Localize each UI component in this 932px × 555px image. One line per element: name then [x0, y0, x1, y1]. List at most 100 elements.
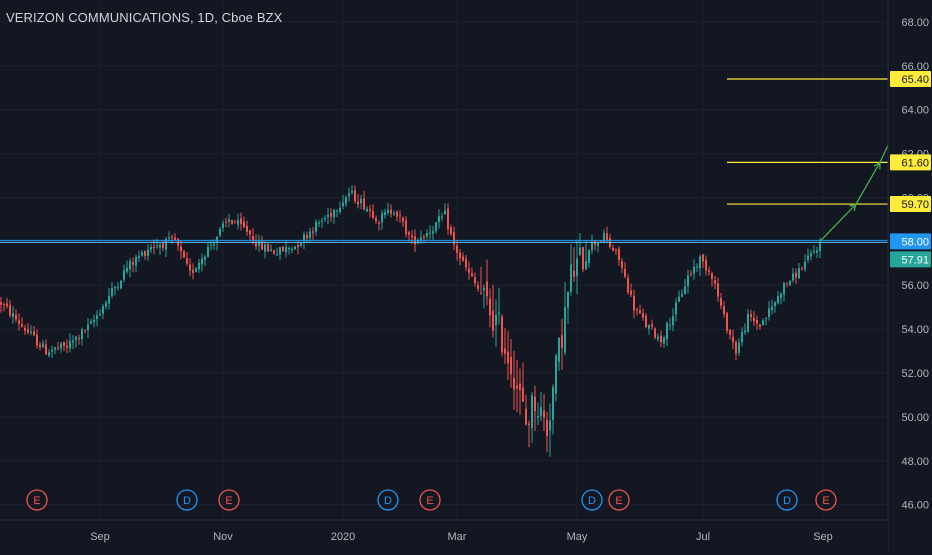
price-tick-label: 68.00: [901, 17, 929, 29]
candle-body: [243, 221, 245, 228]
candle-body: [768, 308, 770, 318]
candle-body: [204, 256, 206, 260]
candle-body: [522, 387, 524, 402]
candle-body: [219, 228, 221, 236]
candle-body: [789, 280, 791, 286]
candle-body: [693, 266, 695, 274]
candle-body: [330, 212, 332, 217]
earnings-event-letter: E: [615, 495, 622, 507]
candle-body: [108, 295, 110, 304]
candle-body: [96, 315, 98, 320]
candle-body: [288, 248, 290, 250]
candle-body: [21, 324, 23, 327]
candle-body: [171, 236, 173, 238]
candle-body: [102, 306, 104, 314]
candle-body: [210, 244, 212, 246]
candle-body: [237, 220, 239, 225]
candle-body: [465, 258, 467, 268]
time-axis[interactable]: Sep Nov 2020 Mar May Jul Sep: [0, 519, 888, 550]
candle-body: [549, 420, 551, 431]
candle-body: [639, 310, 641, 314]
candle-body: [333, 209, 335, 218]
candle-body: [318, 222, 320, 224]
candle-body: [432, 231, 434, 234]
candle-body: [339, 207, 341, 212]
chart-area[interactable]: E D E D E D E D E 46.00 48.00 50.00 52.00 54.00 56.00…: [0, 0, 932, 550]
candle-body: [507, 351, 509, 364]
candle-body: [441, 216, 443, 218]
candle-body: [459, 252, 461, 259]
candle-body: [627, 277, 629, 293]
candle-body: [573, 270, 575, 277]
candle-body: [384, 212, 386, 216]
candle-body: [615, 250, 617, 252]
price-label-target: 65.40: [890, 70, 931, 87]
candle-body: [654, 328, 656, 338]
candle-body: [111, 288, 113, 296]
candle-body: [396, 211, 398, 217]
candle-body: [57, 347, 59, 349]
candle-body: [294, 246, 296, 250]
candle-body: [447, 208, 449, 229]
candle-body: [564, 307, 566, 353]
dividend-event-letter: D: [384, 495, 392, 507]
candle-body: [456, 245, 458, 253]
candle-body: [48, 352, 50, 356]
earnings-event-letter: E: [822, 495, 829, 507]
candle-body: [540, 407, 542, 417]
time-tick-label: Nov: [213, 531, 233, 543]
candle-body: [780, 293, 782, 298]
candle-body: [168, 237, 170, 239]
price-chart[interactable]: E D E D E D E D E 46.00 48.00 50.00 52.00 54.00 56.00…: [0, 0, 932, 550]
candle-body: [279, 247, 281, 255]
candle-body: [663, 337, 665, 344]
price-axis[interactable]: 46.0048.0050.0052.0054.0056.0058.0060.00…: [887, 0, 932, 550]
candle-body: [633, 295, 635, 311]
candle-body: [792, 273, 794, 281]
candle-body: [747, 313, 749, 332]
candle-body: [582, 247, 584, 270]
candle-body: [36, 334, 38, 346]
price-tick-label: 52.00: [901, 368, 929, 380]
symbol-title: VERIZON COMMUNICATIONS, 1D, Cboe BZX: [6, 10, 283, 25]
candle-body: [798, 268, 800, 279]
candle-body: [381, 213, 383, 223]
candle-body: [579, 247, 581, 255]
candle-body: [249, 230, 251, 235]
candle-body: [402, 217, 404, 222]
time-tick-label: 2020: [331, 531, 355, 543]
candle-body: [552, 387, 554, 420]
candle-body: [753, 317, 755, 322]
candle-body: [69, 341, 71, 349]
candle-body: [336, 210, 338, 212]
candle-body: [525, 408, 527, 425]
candle-body: [258, 240, 260, 246]
candle-body: [132, 262, 134, 265]
candle-body: [0, 302, 2, 305]
candle-body: [213, 243, 215, 246]
candle-body: [558, 337, 560, 362]
candle-body: [15, 314, 17, 320]
candle-body: [129, 261, 131, 270]
candle-body: [9, 304, 11, 316]
candle-body: [498, 312, 500, 315]
candle-body: [576, 258, 578, 276]
price-label-text: 58.00: [901, 236, 929, 248]
price-tick-label: 64.00: [901, 105, 929, 117]
time-tick-label: Sep: [813, 531, 833, 543]
candle-body: [528, 423, 530, 425]
candle-body: [264, 244, 266, 252]
candle-body: [477, 284, 479, 289]
candle-body: [621, 261, 623, 268]
candle-body: [54, 347, 56, 350]
candle-body: [372, 210, 374, 219]
candle-body: [234, 222, 236, 224]
candle-body: [534, 396, 536, 412]
candle-body: [411, 235, 413, 238]
time-tick-label: Mar: [448, 531, 467, 543]
candle-body: [699, 256, 701, 269]
candle-body: [156, 245, 158, 247]
price-label-support: 58.00: [890, 233, 931, 250]
candle-body: [516, 385, 518, 389]
candle-body: [510, 357, 512, 375]
